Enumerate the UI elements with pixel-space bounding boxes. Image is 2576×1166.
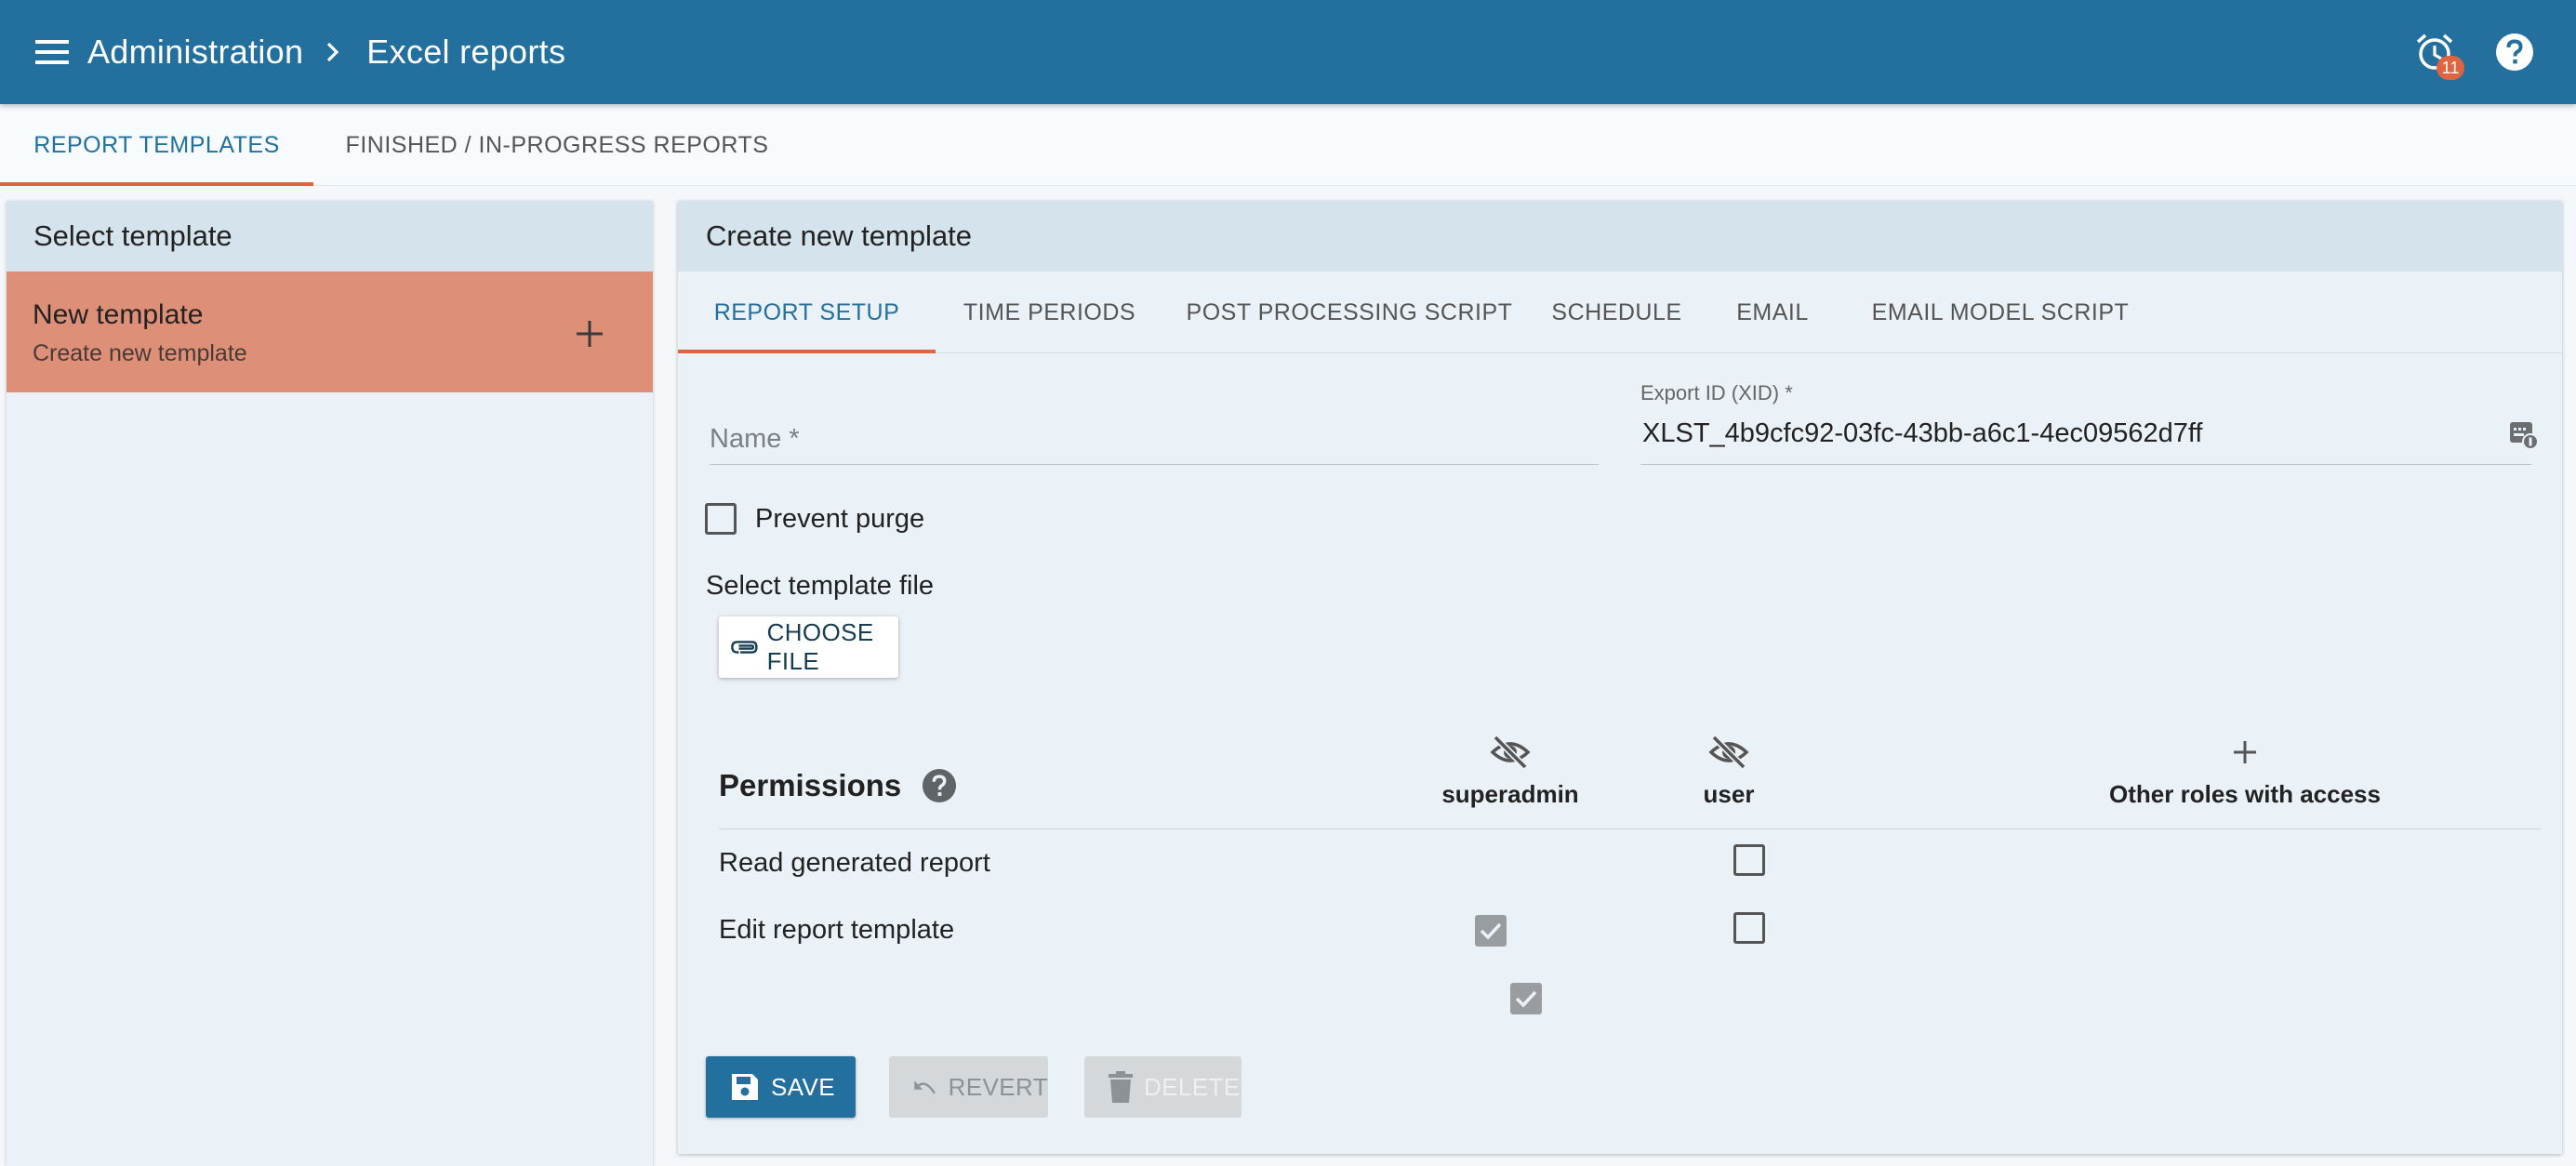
plus-icon[interactable] xyxy=(566,311,613,357)
list-item-subtitle: Create new template xyxy=(33,340,247,366)
revert-button[interactable]: REVERT xyxy=(889,1056,1048,1118)
name-input[interactable] xyxy=(710,415,1599,463)
permission-row-edit-label: Edit report template xyxy=(719,915,955,945)
role-column-user: user xyxy=(1613,734,1845,809)
tab-schedule[interactable]: SCHEDULE xyxy=(1535,272,1698,353)
prevent-purge-checkbox[interactable] xyxy=(705,503,737,535)
help-icon xyxy=(2496,33,2533,71)
read-user-checkbox[interactable] xyxy=(1733,844,1765,876)
eye-off-icon[interactable] xyxy=(1708,734,1749,771)
save-label: SAVE xyxy=(771,1072,836,1101)
save-button[interactable]: SAVE xyxy=(706,1056,856,1118)
tab-report-setup[interactable]: REPORT SETUP xyxy=(678,272,936,353)
choose-file-label: CHOOSE FILE xyxy=(766,618,874,675)
role-name-user: user xyxy=(1703,780,1755,808)
template-editor-panel: Create new template REPORT SETUP TIME PE… xyxy=(678,201,2562,1154)
xid-label: Export ID (XID) * xyxy=(1640,381,1793,404)
list-item-new-template[interactable]: New template Create new template xyxy=(7,272,653,392)
tab-time-periods[interactable]: TIME PERIODS xyxy=(936,272,1163,353)
read-superadmin-checkbox[interactable] xyxy=(1475,915,1507,947)
name-field xyxy=(710,415,1599,465)
alarm-button[interactable]: 11 xyxy=(2410,28,2464,80)
app-bar: Administration Excel reports 11 xyxy=(0,0,2576,104)
xid-field: Export ID (XID) * XLST_4b9cfc92-03fc-43b… xyxy=(1640,381,2539,465)
paperclip-icon xyxy=(731,641,758,654)
tab-report-templates[interactable]: REPORT TEMPLATES xyxy=(0,104,313,186)
tab-email[interactable]: EMAIL xyxy=(1698,272,1847,353)
xid-input[interactable]: XLST_4b9cfc92-03fc-43bb-a6c1-4ec09562d7f… xyxy=(1642,418,2202,449)
template-list-panel: Select template New template Create new … xyxy=(7,201,653,1166)
tab-post-processing-script[interactable]: POST PROCESSING SCRIPT xyxy=(1163,272,1535,353)
choose-file-button[interactable]: CHOOSE FILE xyxy=(719,616,898,678)
prevent-purge-label: Prevent purge xyxy=(755,503,925,534)
add-role-icon[interactable] xyxy=(2226,734,2264,771)
chevron-right-icon xyxy=(325,41,340,63)
generate-xid-icon[interactable] xyxy=(2507,418,2539,450)
help-button[interactable] xyxy=(2490,28,2539,76)
permissions-help-icon[interactable] xyxy=(922,768,957,803)
editor-tab-bar: REPORT SETUP TIME PERIODS POST PROCESSIN… xyxy=(678,272,2562,353)
eye-off-icon[interactable] xyxy=(1490,734,1531,771)
trash-icon xyxy=(1109,1071,1133,1103)
menu-icon[interactable] xyxy=(33,33,71,71)
edit-superadmin-checkbox[interactable] xyxy=(1510,983,1543,1014)
alarm-count-badge: 11 xyxy=(2437,56,2464,80)
permissions-divider xyxy=(719,828,2542,829)
breadcrumb-excel-reports: Excel reports xyxy=(366,33,566,71)
list-item-title: New template xyxy=(33,299,204,330)
role-name-superadmin: superadmin xyxy=(1441,780,1579,808)
main-tab-bar: REPORT TEMPLATES FINISHED / IN-PROGRESS … xyxy=(0,104,2576,186)
tab-finished-reports[interactable]: FINISHED / IN-PROGRESS REPORTS xyxy=(313,104,801,186)
edit-user-checkbox[interactable] xyxy=(1733,912,1765,944)
delete-label: DELETE xyxy=(1144,1072,1241,1101)
breadcrumb-administration[interactable]: Administration xyxy=(87,33,303,72)
permissions-heading: Permissions xyxy=(719,768,957,803)
template-file-label: Select template file xyxy=(706,571,935,601)
template-list-title: Select template xyxy=(7,201,653,272)
delete-button[interactable]: DELETE xyxy=(1084,1056,1242,1118)
role-column-other-roles: Other roles with access xyxy=(1957,734,2533,809)
permission-row-read-label: Read generated report xyxy=(719,848,990,878)
revert-label: REVERT xyxy=(948,1072,1048,1101)
role-name-other: Other roles with access xyxy=(2109,780,2381,808)
save-icon xyxy=(732,1074,758,1100)
undo-icon xyxy=(914,1080,936,1094)
prevent-purge-row: Prevent purge xyxy=(705,503,924,535)
role-column-superadmin: superadmin xyxy=(1394,734,1627,809)
editor-title: Create new template xyxy=(678,201,2562,272)
breadcrumb: Administration Excel reports xyxy=(87,0,565,104)
tab-email-model-script[interactable]: EMAIL MODEL SCRIPT xyxy=(1847,272,2154,353)
permissions-title: Permissions xyxy=(719,768,902,802)
